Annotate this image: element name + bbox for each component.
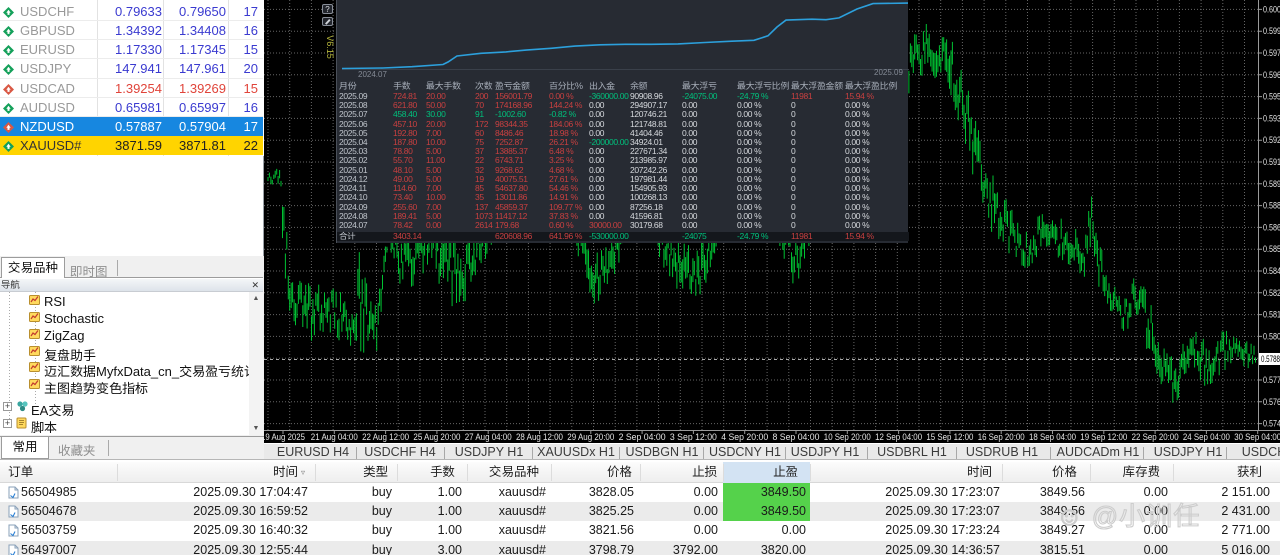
svg-text:0.5896: 0.5896 <box>1263 179 1280 189</box>
svg-text:2 Sep 04:00: 2 Sep 04:00 <box>619 432 666 442</box>
svg-text:25 Aug 20:00: 25 Aug 20:00 <box>413 432 460 442</box>
svg-text:0.5869: 0.5869 <box>1263 222 1280 232</box>
svg-text:0.5802: 0.5802 <box>1263 331 1280 341</box>
svg-text:19 Sep 12:00: 19 Sep 12:00 <box>1080 432 1127 442</box>
svg-text:0.5964: 0.5964 <box>1263 70 1280 80</box>
svg-text:28 Aug 12:00: 28 Aug 12:00 <box>516 432 563 442</box>
svg-text:4 Sep 20:00: 4 Sep 20:00 <box>721 432 768 442</box>
svg-text:0.5991: 0.5991 <box>1263 26 1280 36</box>
svg-text:22 Aug 12:00: 22 Aug 12:00 <box>362 432 409 442</box>
svg-text:3 Sep 12:00: 3 Sep 12:00 <box>670 432 717 442</box>
svg-text:0.5977: 0.5977 <box>1263 48 1280 58</box>
svg-text:18 Sep 04:00: 18 Sep 04:00 <box>1029 432 1076 442</box>
svg-text:0.5842: 0.5842 <box>1263 266 1280 276</box>
svg-text:0.5883: 0.5883 <box>1263 201 1280 211</box>
svg-text:0.5950: 0.5950 <box>1263 92 1280 102</box>
svg-text:0.5910: 0.5910 <box>1263 157 1280 167</box>
svg-text:30 Sep 04:00: 30 Sep 04:00 <box>1234 432 1280 442</box>
svg-text:0.5856: 0.5856 <box>1263 244 1280 254</box>
svg-text:0.5788: 0.5788 <box>1261 354 1280 364</box>
svg-text:8 Sep 04:00: 8 Sep 04:00 <box>773 432 820 442</box>
svg-text:27 Aug 04:00: 27 Aug 04:00 <box>465 432 512 442</box>
svg-text:0.5748: 0.5748 <box>1263 419 1280 429</box>
svg-text:0.5775: 0.5775 <box>1263 375 1280 385</box>
svg-text:0.5761: 0.5761 <box>1263 397 1280 407</box>
svg-text:0.5829: 0.5829 <box>1263 288 1280 298</box>
svg-text:16 Sep 20:00: 16 Sep 20:00 <box>978 432 1025 442</box>
svg-text:0.5937: 0.5937 <box>1263 113 1280 123</box>
svg-text:19 Aug 2025: 19 Aug 2025 <box>264 432 305 442</box>
svg-text:12 Sep 04:00: 12 Sep 04:00 <box>875 432 922 442</box>
svg-text:24 Sep 04:00: 24 Sep 04:00 <box>1183 432 1230 442</box>
svg-text:0.5923: 0.5923 <box>1263 135 1280 145</box>
svg-text:10 Sep 20:00: 10 Sep 20:00 <box>824 432 871 442</box>
svg-text:21 Aug 04:00: 21 Aug 04:00 <box>311 432 358 442</box>
svg-text:29 Aug 20:00: 29 Aug 20:00 <box>567 432 614 442</box>
svg-text:22 Sep 20:00: 22 Sep 20:00 <box>1132 432 1179 442</box>
svg-text:0.5815: 0.5815 <box>1263 310 1280 320</box>
svg-text:15 Sep 12:00: 15 Sep 12:00 <box>926 432 973 442</box>
svg-text:0.6004: 0.6004 <box>1263 4 1280 14</box>
